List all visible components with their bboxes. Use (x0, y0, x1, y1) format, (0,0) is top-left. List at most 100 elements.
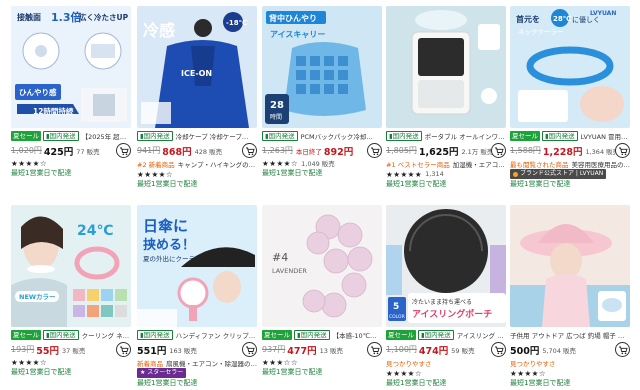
cart-icon (245, 147, 255, 155)
add-to-cart-button[interactable] (615, 143, 630, 158)
sale-price: 55円 (36, 345, 60, 357)
product-title[interactable]: 【2025年 超軽量130… (82, 131, 131, 141)
thumb-text: 接触面 (17, 12, 41, 22)
thumb-text: ひんやり感 (19, 87, 57, 97)
product-image[interactable] (510, 205, 630, 327)
product-image[interactable]: 背中ひんやり アイスキャリー 28 時間 (262, 6, 382, 128)
sale-price: 892円 (323, 146, 354, 158)
original-price: 1,263円 (262, 146, 293, 155)
domestic-shipping-badge: ▮国内発送 (386, 131, 422, 141)
rating-stars: ★★★★☆ (11, 357, 48, 367)
thumb-text: -18℃ (226, 19, 247, 27)
delivery-info: 最短1営業日で配達 (262, 169, 323, 177)
product-image[interactable]: 24℃ NEWカラー (11, 205, 131, 327)
domestic-shipping-badge: ▮国内発送 (294, 330, 330, 340)
add-to-cart-button[interactable] (116, 342, 131, 357)
thumb-text: 冷たいまま持ち運べる (412, 298, 472, 306)
product-image[interactable]: 接触面 1.3倍 広く冷たさUP ひんやり感 12時間持続 (11, 6, 131, 128)
star-seller-label: スターセラー (147, 369, 184, 376)
thumb-text: 1.3倍 (51, 10, 82, 24)
add-to-cart-button[interactable] (367, 342, 382, 357)
product-title[interactable]: 冷却ケープ 冷却ケープ… (176, 131, 257, 141)
thumb-text: 背中ひんやり (269, 13, 317, 23)
add-to-cart-button[interactable] (116, 143, 131, 158)
product-title[interactable]: ポータブル オールインワン エアクーラー A ミニ 扇… (425, 131, 506, 141)
add-to-cart-button[interactable] (367, 143, 382, 158)
thumb-text: 12時間持続 (33, 106, 74, 116)
category-link[interactable]: 扇風機・エアコン・除湿器の… (166, 358, 257, 368)
sale-badge: 夏セール (386, 330, 416, 340)
discovery-tag: 見つかりやすさ (386, 359, 432, 368)
official-store-badge[interactable]: ブランド公式ストア | LVYUAN (510, 169, 607, 179)
domestic-shipping-badge: ▮国内発送 (137, 330, 173, 340)
delivery-info: 最短1営業日で配達 (11, 169, 72, 177)
sold-count: 5,704 販売 (542, 346, 577, 355)
product-image-graphic: 24℃ NEWカラー (11, 205, 131, 327)
product-image[interactable]: 首元を 28℃ に優しく ネッククーラー LVYUAN (510, 6, 630, 128)
product-image[interactable]: 冷たいまま持ち運べる アイスリングポーチ 5 COLOR (386, 205, 506, 327)
thumb-text: #4 (272, 251, 288, 264)
add-to-cart-button[interactable] (615, 342, 630, 357)
domestic-label: 国内発送 (392, 132, 419, 140)
product-image[interactable]: 冷感 -18℃ ICE-ON (137, 6, 257, 128)
category-link[interactable]: キャンプ・ハイキングの… (178, 159, 255, 169)
new-tag: 新着商品 (137, 359, 163, 368)
category-link[interactable]: 美容用医療用品の… (572, 159, 631, 169)
product-image-graphic (386, 6, 506, 128)
cart-icon (245, 346, 255, 354)
delivery-info: 最短1営業日で配達 (11, 368, 72, 376)
product-title[interactable]: アイスリング ポーチ 保冷バッグ 最… (457, 330, 506, 340)
add-to-cart-button[interactable] (242, 342, 257, 357)
original-price: 1,020円 (11, 146, 42, 155)
cart-icon (494, 147, 504, 155)
domestic-shipping-badge: ▮国内発送 (137, 131, 173, 141)
thumb-text: 日傘に (143, 217, 188, 235)
delivery-info: 最短1営業日で配達 (510, 180, 571, 188)
thumb-text: ICE-ON (181, 69, 212, 78)
thumb-text: 28℃ (553, 15, 571, 23)
domestic-shipping-badge: ▮国内発送 (43, 131, 79, 141)
official-store-label: ブランド公式ストア | LVYUAN (520, 170, 604, 177)
delivery-info: 最短1営業日で配達 (510, 379, 571, 387)
review-count: 1,314 (425, 170, 444, 178)
sale-price: 500円 (510, 345, 540, 357)
sale-badge: 夏セール (11, 131, 41, 141)
sale-badge: 夏セール (510, 131, 540, 141)
cart-icon (370, 346, 380, 354)
product-title[interactable]: 子供用 アウトドア 広つば 釣場 帽子 通気… (510, 330, 630, 340)
rating-stars: ★★★★☆ (137, 169, 174, 179)
category-link[interactable]: 加湿機・エアコンの… (453, 159, 506, 169)
product-image[interactable]: 日傘に 挟める！ 夏の外出にクーラー (137, 205, 257, 327)
rank-tag: 最も閲覧された商品 (510, 160, 569, 169)
rating-stars: ★★★☆☆ (262, 357, 299, 367)
delivery-info: 最短1営業日で配達 (386, 379, 447, 387)
thumb-text: ネッククーラー (518, 28, 563, 36)
product-title[interactable]: クーリング ネックリン… (82, 330, 131, 340)
cart-icon (119, 147, 129, 155)
product-image[interactable]: #4 LAVENDER (262, 205, 382, 327)
store-icon (513, 171, 518, 177)
add-to-cart-button[interactable] (491, 143, 506, 158)
cart-icon (618, 147, 628, 155)
cart-icon (618, 346, 628, 354)
product-title[interactable]: LVYUAN 冒用クーラ… (581, 131, 630, 141)
rating-stars: ★★★★☆ (386, 368, 423, 378)
add-to-cart-button[interactable] (242, 143, 257, 158)
rank-tag: #1 ベストセラー商品 (386, 160, 450, 169)
sale-price: 1,228円 (542, 146, 583, 158)
product-title[interactable]: PCMバックパック冷却… (301, 131, 382, 141)
delivery-info: 最短1営業日で配達 (262, 368, 323, 376)
product-image-graphic (510, 205, 630, 327)
cart-icon (370, 147, 380, 155)
product-image-graphic: 背中ひんやり アイスキャリー 28 時間 (262, 6, 382, 128)
original-price: 193円 (11, 345, 35, 354)
domestic-label: 国内発送 (143, 331, 170, 339)
product-image[interactable] (386, 6, 506, 128)
add-to-cart-button[interactable] (491, 342, 506, 357)
product-title[interactable]: 【本感-10℃のひんや… (333, 330, 382, 340)
thumb-text: 28 (270, 100, 284, 111)
cart-icon (494, 346, 504, 354)
rank-tag: #2 新着商品 (137, 160, 175, 169)
product-title[interactable]: ハンディファン クリップ式 扇風機… (176, 330, 257, 340)
thumb-text: 24℃ (77, 223, 113, 239)
